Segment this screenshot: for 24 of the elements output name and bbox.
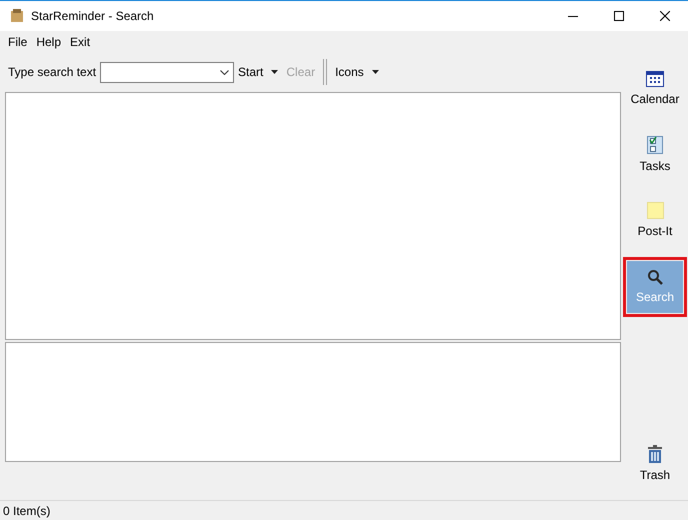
menu-item[interactable]: Help (32, 33, 66, 51)
menu-item[interactable]: Exit (66, 33, 94, 51)
search-icon (647, 268, 663, 284)
sidebar-button[interactable]: Post-It (627, 195, 683, 247)
sidebar-button[interactable]: Trash (627, 438, 683, 490)
dropdown-arrow-icon (271, 70, 278, 74)
chevron-down-icon (220, 70, 230, 74)
calendar-icon (646, 70, 664, 86)
toolbar-button[interactable]: Start (234, 61, 282, 83)
sidebar-button[interactable]: Tasks (627, 129, 683, 181)
close-icon (660, 11, 670, 21)
sidebar-button[interactable]: Calendar (627, 63, 683, 115)
checklist-icon (647, 136, 663, 154)
trash-icon (648, 444, 662, 462)
menu-item[interactable]: File (4, 33, 32, 51)
sticky-note-icon (646, 202, 664, 219)
dropdown-arrow-icon (372, 70, 379, 74)
search-label: Type search text (8, 64, 96, 81)
status-text: 0 Item(s) (3, 502, 50, 520)
toolbar-button[interactable]: Icons (331, 61, 383, 83)
window-title: StarReminder - Search (31, 8, 154, 25)
search-combo-field[interactable] (100, 62, 234, 82)
app-icon (9, 8, 25, 24)
maximize-icon (614, 11, 624, 21)
